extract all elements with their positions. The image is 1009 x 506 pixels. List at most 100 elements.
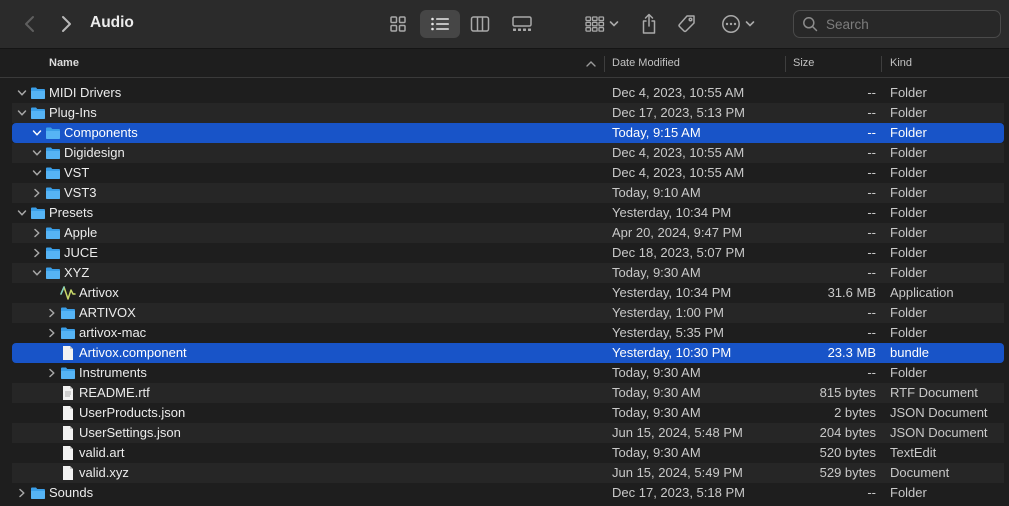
table-row[interactable]: Plug-Ins Dec 17, 2023, 5:13 PM -- Folder [12, 103, 1004, 123]
table-row[interactable]: UserSettings.json Jun 15, 2024, 5:48 PM 20… [12, 423, 1004, 443]
file-size: -- [867, 365, 876, 380]
search-input[interactable] [826, 16, 996, 32]
disclosure-down-icon[interactable] [32, 268, 42, 278]
file-kind: Folder [890, 165, 927, 180]
column-separator[interactable] [881, 56, 882, 72]
folder-icon [46, 167, 60, 179]
table-row[interactable]: MIDI Drivers Dec 4, 2023, 10:55 AM -- Folde… [12, 83, 1004, 103]
disclosure-right-icon[interactable] [47, 368, 57, 378]
tag-button[interactable] [675, 12, 699, 36]
file-size: -- [867, 165, 876, 180]
file-kind: Folder [890, 325, 927, 340]
table-row[interactable]: JUCE Dec 18, 2023, 5:07 PM -- Folder [12, 243, 1004, 263]
file-kind: Folder [890, 125, 927, 140]
document-icon [63, 406, 73, 420]
file-kind: Folder [890, 225, 927, 240]
folder-icon [31, 87, 45, 99]
column-view-button[interactable] [468, 12, 492, 36]
table-row[interactable]: Artivox Yesterday, 10:34 PM 31.6 MB Applica… [12, 283, 1004, 303]
table-row[interactable]: Sounds Dec 17, 2023, 5:18 PM -- Folder [12, 483, 1004, 503]
disclosure-down-icon[interactable] [32, 128, 42, 138]
table-row[interactable]: VST Dec 4, 2023, 10:55 AM -- Folder [12, 163, 1004, 183]
file-size: 529 bytes [819, 465, 876, 480]
table-row[interactable]: artivox-mac Yesterday, 5:35 PM -- Folder [12, 323, 1004, 343]
column-separator[interactable] [604, 56, 605, 72]
disclosure-down-icon[interactable] [17, 208, 27, 218]
file-size: -- [867, 245, 876, 260]
column-header-bar: Name Date Modified Size Kind [0, 48, 1009, 78]
date-modified: Jun 15, 2024, 5:48 PM [612, 425, 743, 440]
file-size: 204 bytes [819, 425, 876, 440]
file-size: 2 bytes [834, 405, 876, 420]
table-row[interactable]: Presets Yesterday, 10:34 PM -- Folder [12, 203, 1004, 223]
file-size: -- [867, 185, 876, 200]
table-row[interactable]: valid.art Today, 9:30 AM 520 bytes TextEdit [12, 443, 1004, 463]
table-row[interactable]: Artivox.component Yesterday, 10:30 PM 23.3… [12, 343, 1004, 363]
disclosure-right-icon[interactable] [47, 308, 57, 318]
disclosure-down-icon[interactable] [32, 168, 42, 178]
column-separator[interactable] [785, 56, 786, 72]
folder-icon [31, 107, 45, 119]
table-row[interactable]: UserProducts.json Today, 9:30 AM 2 bytes JS… [12, 403, 1004, 423]
disclosure-right-icon[interactable] [32, 188, 42, 198]
date-modified: Today, 9:30 AM [612, 365, 701, 380]
table-row[interactable]: valid.xyz Jun 15, 2024, 5:49 PM 529 bytes D… [12, 463, 1004, 483]
icon-view-button[interactable] [386, 12, 410, 36]
disclosure-down-icon[interactable] [32, 148, 42, 158]
table-row[interactable]: ARTIVOX Yesterday, 1:00 PM -- Folder [12, 303, 1004, 323]
disclosure-down-icon[interactable] [17, 108, 27, 118]
file-name: ARTIVOX [79, 305, 136, 320]
column-header-kind[interactable]: Kind [890, 49, 912, 78]
folder-icon [46, 267, 60, 279]
forward-button[interactable] [54, 12, 78, 36]
list-view-button[interactable] [420, 10, 460, 38]
gallery-view-button[interactable] [510, 12, 534, 36]
folder-icon [46, 187, 60, 199]
disclosure-right-icon[interactable] [32, 248, 42, 258]
disclosure-right-icon[interactable] [17, 488, 27, 498]
group-by-button[interactable] [582, 12, 622, 36]
document-icon [63, 446, 73, 460]
file-size: -- [867, 105, 876, 120]
disclosure-right-icon[interactable] [47, 328, 57, 338]
file-size: 520 bytes [819, 445, 876, 460]
column-header-size[interactable]: Size [793, 49, 814, 78]
share-button[interactable] [637, 11, 661, 37]
file-kind: TextEdit [890, 445, 937, 460]
grid-icon [390, 16, 406, 32]
share-icon [642, 13, 656, 34]
document-icon [63, 426, 73, 440]
table-row[interactable]: XYZ Today, 9:30 AM -- Folder [12, 263, 1004, 283]
file-name: Instruments [79, 365, 147, 380]
table-row[interactable]: Apple Apr 20, 2024, 9:47 PM -- Folder [12, 223, 1004, 243]
date-modified: Dec 4, 2023, 10:55 AM [612, 165, 745, 180]
file-kind: Folder [890, 205, 927, 220]
file-name: JUCE [64, 245, 98, 260]
more-actions-button[interactable] [718, 12, 758, 36]
file-name: Components [64, 125, 138, 140]
file-name: MIDI Drivers [49, 85, 122, 100]
table-row[interactable]: Components Today, 9:15 AM -- Folder [12, 123, 1004, 143]
table-row[interactable]: README.rtf Today, 9:30 AM 815 bytes RTF Doc… [12, 383, 1004, 403]
sort-ascending-icon[interactable] [585, 58, 597, 70]
disclosure-right-icon[interactable] [32, 228, 42, 238]
file-name: Presets [49, 205, 94, 220]
disclosure-down-icon[interactable] [17, 88, 27, 98]
column-header-date[interactable]: Date Modified [612, 49, 680, 78]
file-name: Sounds [49, 485, 94, 500]
column-header-name[interactable]: Name [49, 49, 79, 78]
folder-icon [31, 207, 45, 219]
date-modified: Today, 9:10 AM [612, 185, 701, 200]
table-row[interactable]: VST3 Today, 9:10 AM -- Folder [12, 183, 1004, 203]
file-name: Plug-Ins [49, 105, 97, 120]
date-modified: Today, 9:30 AM [612, 385, 701, 400]
file-name: valid.xyz [79, 465, 129, 480]
folder-icon [46, 147, 60, 159]
table-row[interactable]: Instruments Today, 9:30 AM -- Folder [12, 363, 1004, 383]
back-button[interactable] [18, 12, 42, 36]
search-field[interactable] [793, 10, 1001, 38]
table-row[interactable]: Digidesign Dec 4, 2023, 10:55 AM -- Folder [12, 143, 1004, 163]
file-kind: RTF Document [890, 385, 978, 400]
file-name: VST3 [64, 185, 97, 200]
ellipsis-circle-icon [722, 15, 740, 33]
